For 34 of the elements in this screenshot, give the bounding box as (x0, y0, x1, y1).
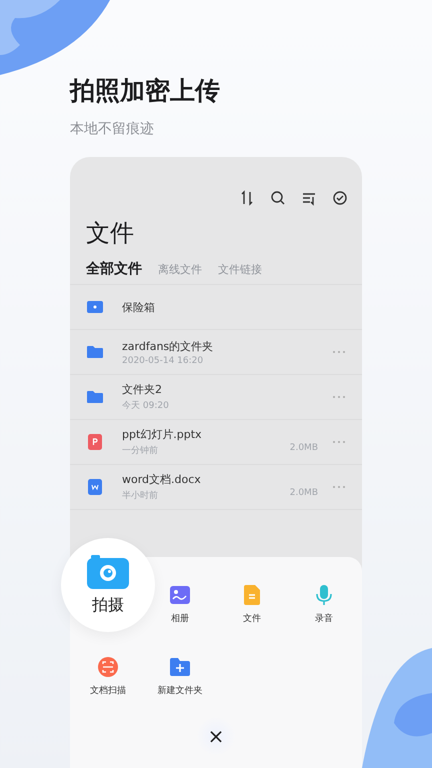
search-icon[interactable] (270, 190, 286, 206)
record-button[interactable]: 录音 (313, 584, 335, 632)
file-name[interactable]: word文档.docx (122, 472, 290, 487)
sort-icon[interactable] (239, 190, 255, 206)
select-icon[interactable] (332, 190, 348, 206)
image-icon (169, 584, 191, 606)
file-name[interactable]: 文件夹2 (122, 382, 332, 397)
file-icon (241, 584, 263, 606)
folder-icon (86, 388, 104, 406)
headline: 拍照加密上传 (70, 75, 221, 107)
document-file-icon (86, 478, 104, 496)
file-time: 半小时前 (122, 490, 159, 502)
camera-button[interactable]: 拍摄 (61, 538, 155, 632)
file-name[interactable]: ppt幻灯片.pptx (122, 427, 290, 442)
new-folder-icon (169, 656, 191, 678)
file-size: 2.0MB (290, 443, 318, 453)
tab[interactable]: 全部文件 (86, 260, 142, 278)
presentation-file-icon (86, 433, 104, 451)
screen-title: 文件 (85, 218, 135, 249)
file-time: 2020-05-14 16:20 (122, 356, 204, 366)
scan-icon (97, 656, 119, 678)
file-name[interactable]: zardfans的文件夹 (122, 338, 332, 354)
camera-icon (87, 554, 129, 588)
subtitle: 本地不留痕迹 (70, 120, 155, 139)
microphone-icon (313, 584, 335, 606)
safe-icon (86, 298, 104, 316)
album-button[interactable]: 相册 (169, 584, 191, 632)
scan-button[interactable]: 文档扫描 (90, 656, 126, 704)
file-size: 2.0MB (290, 488, 318, 498)
file-time: 今天 09:20 (122, 400, 170, 412)
folder-icon (86, 343, 104, 361)
file-button[interactable]: 文件 (241, 584, 263, 632)
new-folder-button[interactable]: 新建文件夹 (158, 656, 202, 704)
file-name[interactable]: 保险箱 (122, 300, 346, 314)
